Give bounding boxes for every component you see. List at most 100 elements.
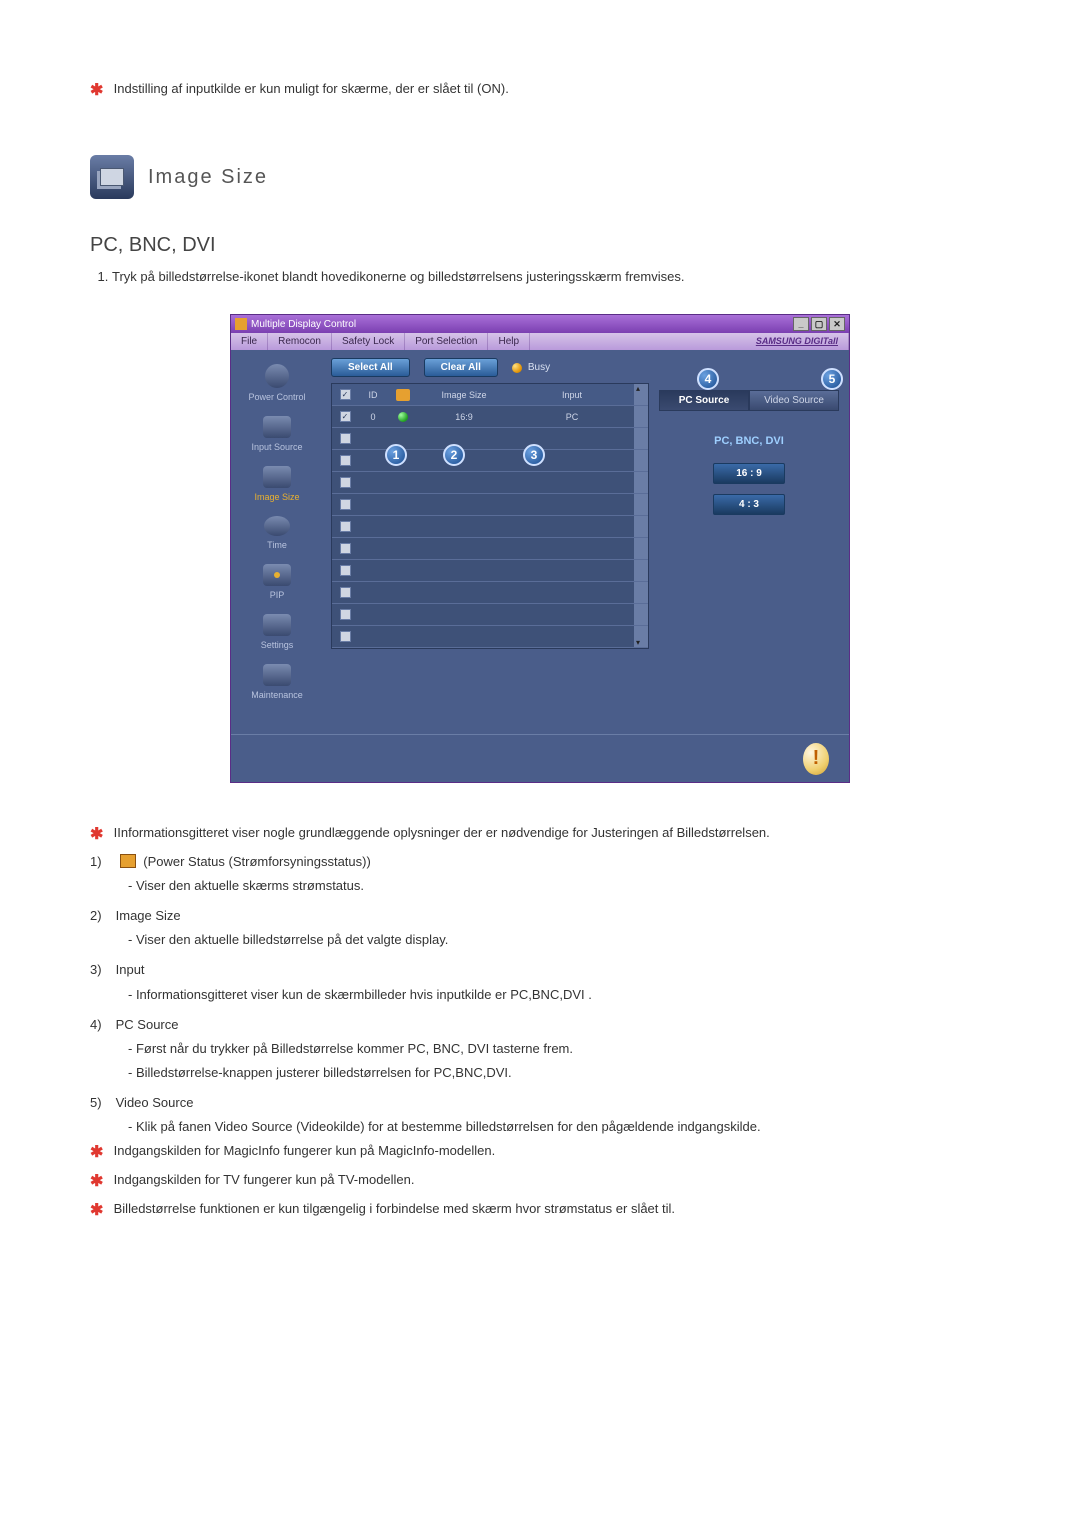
row-checkbox[interactable] <box>340 565 351 576</box>
tab-video-source[interactable]: Video Source <box>749 390 839 411</box>
tab-pc-source[interactable]: PC Source <box>659 390 749 411</box>
item-number: 2) <box>90 906 112 926</box>
busy-label: Busy <box>528 362 550 373</box>
sidebar-label: Image Size <box>254 492 299 502</box>
scroll-up[interactable] <box>634 384 648 405</box>
time-icon <box>264 516 290 536</box>
cell-id: 0 <box>358 412 388 422</box>
sidebar-item-settings[interactable]: Settings <box>261 614 294 650</box>
menu-remocon[interactable]: Remocon <box>268 333 332 350</box>
sidebar-item-maintenance[interactable]: Maintenance <box>251 664 303 700</box>
maximize-icon[interactable]: ▢ <box>811 317 827 331</box>
section-header: Image Size <box>90 155 990 199</box>
col-input: Input <box>510 390 634 400</box>
title-bar: Multiple Display Control _ ▢ ✕ <box>231 315 849 333</box>
grid-row-empty <box>332 450 648 472</box>
sidebar-item-pip[interactable]: PIP <box>263 564 291 600</box>
app-screenshot: Multiple Display Control _ ▢ ✕ File Remo… <box>230 314 850 783</box>
callout-2: 2 <box>443 444 465 466</box>
sidebar-label: Settings <box>261 640 294 650</box>
minimize-icon[interactable]: _ <box>793 317 809 331</box>
grid-row-empty <box>332 538 648 560</box>
center-pane: Select All Clear All Busy ✓ ID Image Siz… <box>323 350 649 734</box>
grid-row[interactable]: ✓ 0 16:9 PC <box>332 406 648 428</box>
note-top-text: Indstilling af inputkilde er kun muligt … <box>114 81 509 96</box>
image-size-icon <box>263 466 291 488</box>
scrollbar[interactable] <box>634 406 648 427</box>
power-col-icon <box>396 389 410 401</box>
source-type-label: PC, BNC, DVI <box>659 435 839 447</box>
sidebar-label: Time <box>267 540 287 550</box>
sidebar-item-image-size[interactable]: Image Size <box>254 466 299 502</box>
grid-row-empty <box>332 472 648 494</box>
window-controls: _ ▢ ✕ <box>793 317 845 331</box>
close-icon[interactable]: ✕ <box>829 317 845 331</box>
right-pane: 4 5 PC Source Video Source PC, BNC, DVI … <box>649 350 849 734</box>
row-checkbox[interactable] <box>340 609 351 620</box>
display-grid: ✓ ID Image Size Input ✓ 0 16:9 PC <box>331 383 649 649</box>
power-icon <box>265 364 289 388</box>
item-number: 5) <box>90 1093 112 1113</box>
section-title: Image Size <box>148 166 268 189</box>
item-number: 1) <box>90 852 112 872</box>
row-checkbox[interactable] <box>340 521 351 532</box>
sidebar-label: Power Control <box>248 392 305 402</box>
star-icon: ✱ <box>90 1170 104 1195</box>
menu-help[interactable]: Help <box>488 333 530 350</box>
power-status-inline-icon <box>120 854 136 868</box>
input-source-icon <box>263 416 291 438</box>
cell-input: PC <box>510 412 634 422</box>
note-magicinfo: Indgangskilden for MagicInfo fungerer ku… <box>114 1143 496 1158</box>
row-checkbox[interactable] <box>340 455 351 466</box>
menu-safety-lock[interactable]: Safety Lock <box>332 333 405 350</box>
item-5-detail: - Klik på fanen Video Source (Videokilde… <box>90 1117 990 1137</box>
grid-row-empty <box>332 560 648 582</box>
star-icon: ✱ <box>90 823 104 848</box>
app-icon <box>235 318 247 330</box>
menu-port-selection[interactable]: Port Selection <box>405 333 488 350</box>
ratio-4-3-button[interactable]: 4 : 3 <box>713 494 785 515</box>
scroll-down[interactable] <box>634 626 648 647</box>
item-5-title: Video Source <box>116 1095 194 1110</box>
item-1-label: (Power Status (Strømforsyningsstatus)) <box>143 854 371 869</box>
body-text: ✱ IInformationsgitteret viser nogle grun… <box>90 823 990 1224</box>
grid-row-empty <box>332 516 648 538</box>
ratio-16-9-button[interactable]: 16 : 9 <box>713 463 785 484</box>
grid-row-empty <box>332 604 648 626</box>
menu-file[interactable]: File <box>231 333 268 350</box>
callout-1: 1 <box>385 444 407 466</box>
menu-bar: File Remocon Safety Lock Port Selection … <box>231 333 849 350</box>
sidebar-item-power-control[interactable]: Power Control <box>248 364 305 402</box>
star-icon: ✱ <box>90 80 104 100</box>
row-checkbox[interactable] <box>340 543 351 554</box>
settings-icon <box>263 614 291 636</box>
grid-row-empty <box>332 626 648 648</box>
row-checkbox[interactable] <box>340 499 351 510</box>
header-checkbox[interactable]: ✓ <box>340 389 351 400</box>
row-checkbox[interactable] <box>340 587 351 598</box>
row-checkbox[interactable] <box>340 477 351 488</box>
cell-image-size: 16:9 <box>418 412 510 422</box>
power-status-icon <box>398 412 408 422</box>
row-checkbox[interactable] <box>340 631 351 642</box>
sidebar-label: Input Source <box>251 442 302 452</box>
star-icon: ✱ <box>90 1199 104 1224</box>
grid-row-empty <box>332 494 648 516</box>
pip-icon <box>263 564 291 586</box>
col-image-size: Image Size <box>418 390 510 400</box>
clear-all-button[interactable]: Clear All <box>424 358 498 377</box>
intro-list: Tryk på billedstørrelse-ikonet blandt ho… <box>90 269 990 284</box>
busy-icon <box>512 363 522 373</box>
grid-row-empty <box>332 582 648 604</box>
star-icon: ✱ <box>90 1141 104 1166</box>
sidebar-item-time[interactable]: Time <box>264 516 290 550</box>
intro-item: Tryk på billedstørrelse-ikonet blandt ho… <box>112 269 990 284</box>
item-4-title: PC Source <box>116 1017 179 1032</box>
item-number: 3) <box>90 960 112 980</box>
maintenance-icon <box>263 664 291 686</box>
row-checkbox[interactable] <box>340 433 351 444</box>
sidebar-item-input-source[interactable]: Input Source <box>251 416 302 452</box>
row-checkbox[interactable]: ✓ <box>340 411 351 422</box>
note-top: ✱ Indstilling af inputkilde er kun mulig… <box>90 80 990 100</box>
select-all-button[interactable]: Select All <box>331 358 410 377</box>
